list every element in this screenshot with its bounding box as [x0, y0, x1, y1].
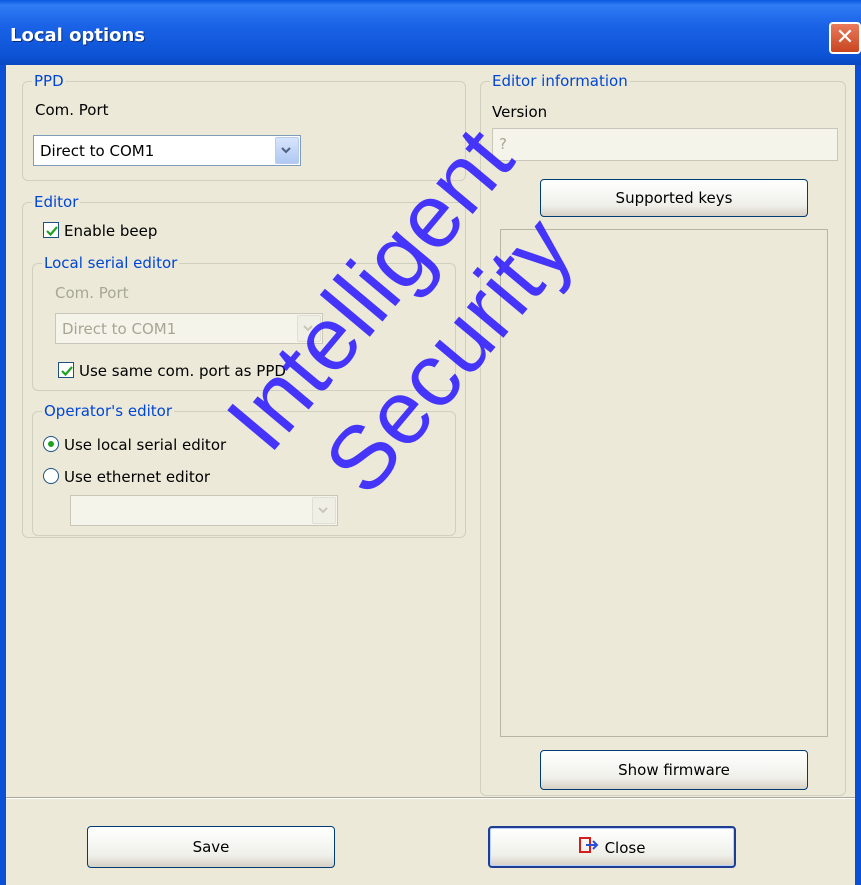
local-serial-editor-legend: Local serial editor — [42, 254, 180, 272]
use-ethernet-label[interactable]: Use ethernet editor — [64, 468, 210, 486]
local-serial-com-port-value: Direct to COM1 — [62, 320, 177, 338]
show-firmware-label: Show firmware — [618, 761, 730, 779]
version-field: ? — [492, 128, 838, 161]
operators-editor-legend: Operator's editor — [42, 402, 174, 420]
chevron-down-icon[interactable] — [312, 497, 336, 524]
exit-icon — [578, 829, 599, 869]
save-label: Save — [192, 838, 230, 856]
same-port-label[interactable]: Use same com. port as PPD — [79, 362, 286, 380]
supported-keys-button[interactable]: Supported keys — [540, 179, 808, 217]
close-label: Close — [604, 839, 646, 857]
ppd-com-port-value: Direct to COM1 — [40, 142, 155, 160]
window-frame-right — [855, 65, 861, 885]
version-value: ? — [499, 135, 507, 153]
close-button[interactable]: Close — [488, 826, 736, 868]
editor-info-legend: Editor information — [490, 72, 630, 90]
local-serial-com-port-label: Com. Port — [55, 284, 129, 302]
enable-beep-label[interactable]: Enable beep — [64, 222, 157, 240]
window-close-button[interactable]: ✕ — [829, 22, 861, 54]
window-title: Local options — [10, 25, 146, 46]
same-port-checkbox[interactable] — [58, 362, 74, 378]
ppd-group — [22, 81, 466, 181]
local-serial-com-port-select[interactable]: Direct to COM1 — [55, 313, 323, 344]
supported-keys-list[interactable] — [500, 229, 828, 737]
ppd-com-port-label: Com. Port — [35, 101, 109, 119]
ppd-com-port-select[interactable]: Direct to COM1 — [33, 135, 301, 166]
ethernet-editor-select[interactable] — [70, 495, 338, 526]
use-local-serial-label[interactable]: Use local serial editor — [64, 436, 226, 454]
chevron-down-icon[interactable] — [275, 137, 299, 164]
version-label: Version — [492, 103, 548, 121]
save-button[interactable]: Save — [87, 826, 335, 868]
show-firmware-button[interactable]: Show firmware — [540, 750, 808, 790]
use-ethernet-radio[interactable] — [43, 468, 59, 484]
enable-beep-checkbox[interactable] — [43, 222, 59, 238]
footer-separator — [6, 797, 855, 799]
supported-keys-label: Supported keys — [615, 189, 733, 207]
editor-legend: Editor — [32, 193, 81, 211]
ppd-legend: PPD — [32, 72, 66, 90]
use-local-serial-radio[interactable] — [43, 436, 59, 452]
window-frame-left — [0, 65, 6, 885]
chevron-down-icon[interactable] — [297, 315, 321, 342]
